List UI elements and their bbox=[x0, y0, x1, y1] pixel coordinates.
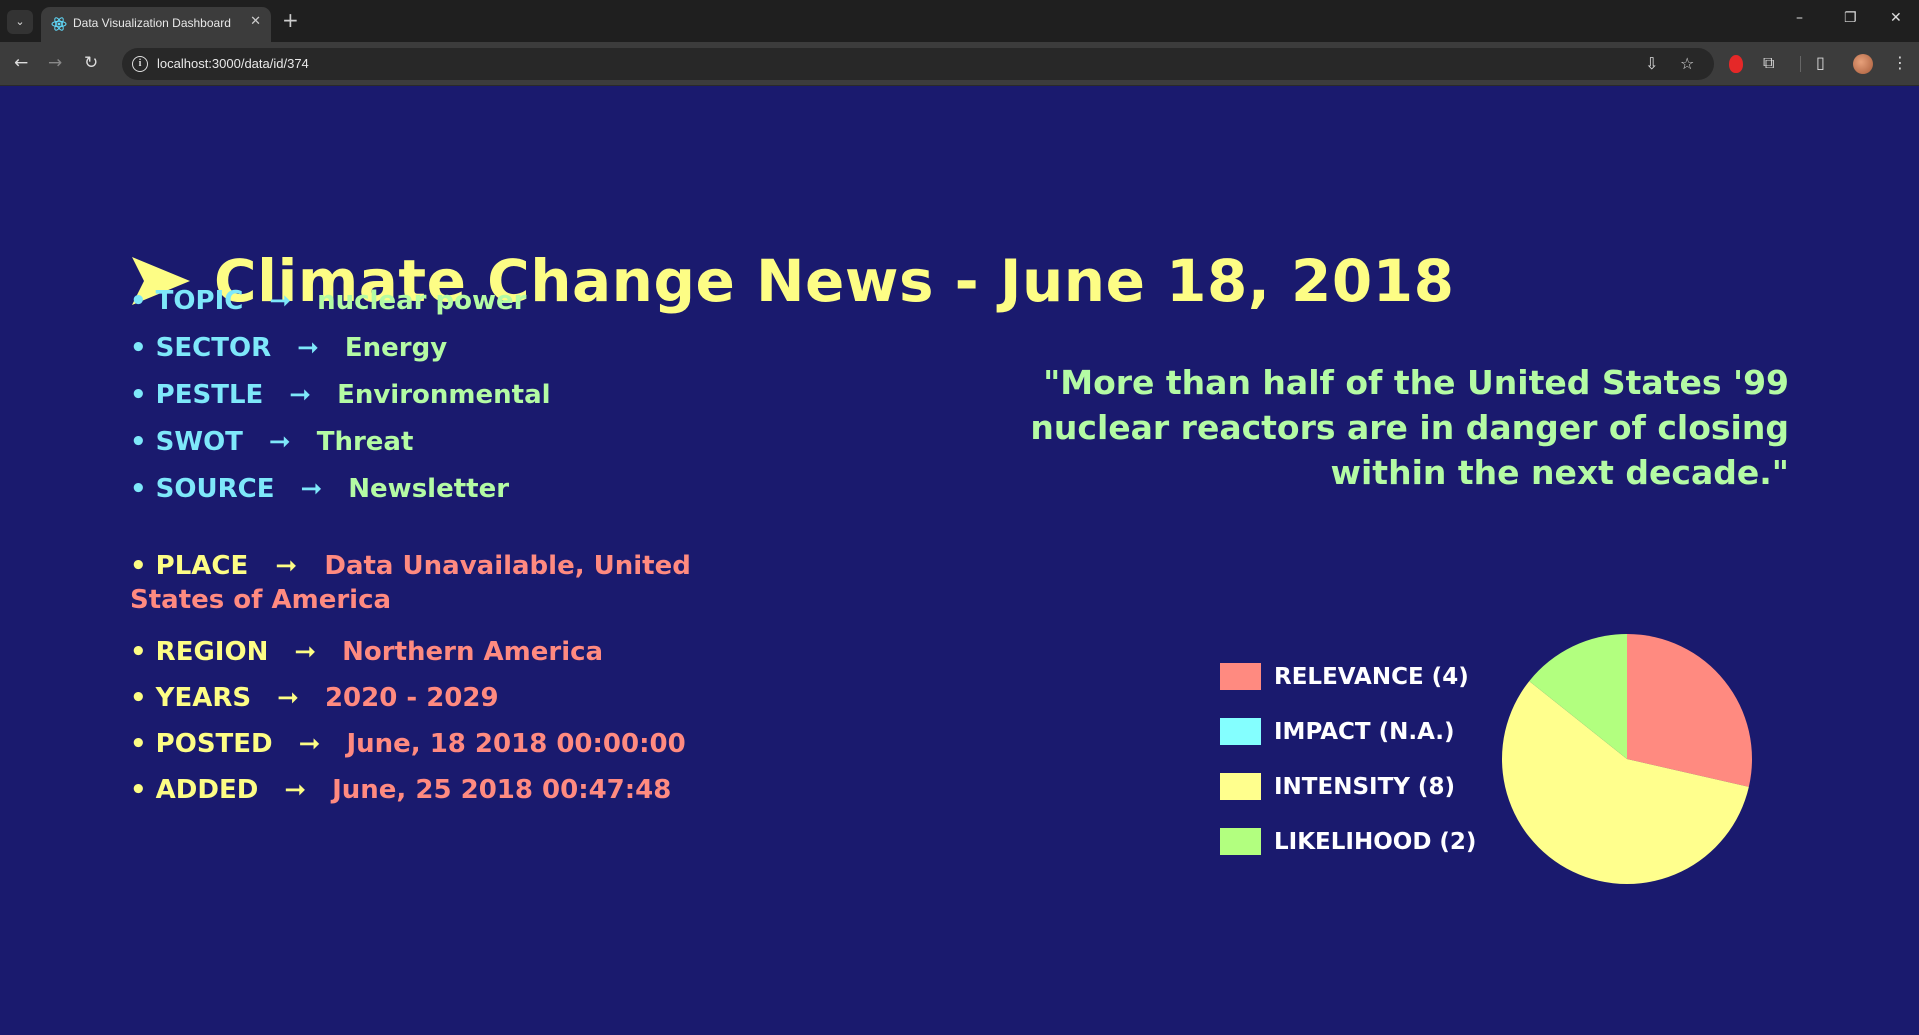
browser-toolbar: ← → ↻ i localhost:3000/data/id/374 ⇩ ☆ ⧉… bbox=[0, 42, 1919, 86]
url-text[interactable]: localhost:3000/data/id/374 bbox=[157, 56, 309, 71]
browser-tab[interactable]: Data Visualization Dashboard ✕ bbox=[41, 7, 271, 42]
arrow-icon: ➞ bbox=[268, 426, 291, 457]
minimize-icon[interactable]: – bbox=[1796, 10, 1803, 26]
legend-item-relevance[interactable]: RELEVANCE (4) bbox=[1220, 649, 1476, 704]
side-panel-icon[interactable]: ▯ bbox=[1816, 52, 1825, 74]
reload-icon[interactable]: ↻ bbox=[84, 52, 98, 74]
new-tab-icon[interactable]: + bbox=[282, 9, 299, 31]
detail-row-topic: • TOPIC ➞ nuclear power bbox=[130, 285, 527, 316]
pie-chart bbox=[1502, 634, 1752, 884]
detail-row-source: • SOURCE ➞ Newsletter bbox=[130, 473, 510, 504]
page-content: Climate Change News - June 18, 2018 • TO… bbox=[0, 87, 1919, 1035]
profile-avatar[interactable] bbox=[1853, 54, 1873, 74]
detail-row-swot: • SWOT ➞ Threat bbox=[130, 426, 414, 457]
back-icon[interactable]: ← bbox=[14, 52, 28, 74]
legend-swatch bbox=[1220, 828, 1261, 855]
arrow-icon: ➞ bbox=[269, 285, 292, 316]
react-icon bbox=[51, 17, 67, 31]
address-bar[interactable]: i localhost:3000/data/id/374 ⇩ ☆ bbox=[122, 48, 1714, 80]
site-info-icon[interactable]: i bbox=[132, 56, 148, 72]
extension-icon[interactable] bbox=[1729, 55, 1743, 73]
bookmark-star-icon[interactable]: ☆ bbox=[1680, 54, 1694, 73]
tab-title: Data Visualization Dashboard bbox=[73, 16, 231, 30]
meta-row-posted: • POSTED ➞ June, 18 2018 00:00:00 bbox=[130, 729, 686, 759]
detail-row-pestle: • PESTLE ➞ Environmental bbox=[130, 379, 551, 410]
meta-row-place: • PLACE ➞ Data Unavailable, United State… bbox=[130, 551, 691, 615]
legend-swatch bbox=[1220, 663, 1261, 690]
meta-list: • PLACE ➞ Data Unavailable, United State… bbox=[130, 549, 770, 813]
meta-row-years: • YEARS ➞ 2020 - 2029 bbox=[130, 683, 499, 713]
headline-quote: "More than half of the United States '99… bbox=[1030, 363, 1789, 492]
details-list: • TOPIC ➞ nuclear power • SECTOR ➞ Energy • … bbox=[130, 277, 551, 512]
meta-row-region: • REGION ➞ Northern America bbox=[130, 637, 604, 667]
close-window-icon[interactable]: ✕ bbox=[1890, 10, 1902, 26]
close-tab-icon[interactable]: ✕ bbox=[250, 14, 261, 29]
legend-swatch bbox=[1220, 773, 1261, 800]
legend-swatch bbox=[1220, 718, 1261, 745]
arrow-icon: ➞ bbox=[275, 551, 298, 581]
menu-kebab-icon[interactable]: ⋮ bbox=[1892, 52, 1908, 74]
meta-row-added: • ADDED ➞ June, 25 2018 00:47:48 bbox=[130, 775, 672, 805]
arrow-icon: ➞ bbox=[284, 775, 307, 805]
tab-search-button[interactable]: ⌄ bbox=[7, 10, 33, 34]
arrow-icon: ➞ bbox=[298, 729, 321, 759]
toolbar-divider bbox=[1800, 56, 1801, 72]
arrow-icon: ➞ bbox=[300, 473, 323, 504]
legend-item-likelihood[interactable]: LIKELIHOOD (2) bbox=[1220, 814, 1476, 869]
tab-bar: ⌄ Data Visualization Dashboard ✕ + – ❐ ✕ bbox=[0, 0, 1919, 42]
legend-item-intensity[interactable]: INTENSITY (8) bbox=[1220, 759, 1476, 814]
arrow-icon: ➞ bbox=[294, 637, 317, 667]
install-app-icon[interactable]: ⇩ bbox=[1645, 54, 1658, 73]
arrow-icon: ➞ bbox=[297, 332, 319, 363]
forward-icon[interactable]: → bbox=[48, 52, 62, 74]
arrow-icon: ➞ bbox=[277, 683, 299, 713]
detail-row-sector: • SECTOR ➞ Energy bbox=[130, 332, 448, 363]
legend-item-impact[interactable]: IMPACT (N.A.) bbox=[1220, 704, 1476, 759]
restore-icon[interactable]: ❐ bbox=[1844, 10, 1857, 26]
chart-legend: RELEVANCE (4) IMPACT (N.A.) INTENSITY (8… bbox=[1220, 649, 1476, 869]
extensions-puzzle-icon[interactable]: ⧉ bbox=[1763, 52, 1774, 74]
arrow-icon: ➞ bbox=[289, 379, 312, 410]
